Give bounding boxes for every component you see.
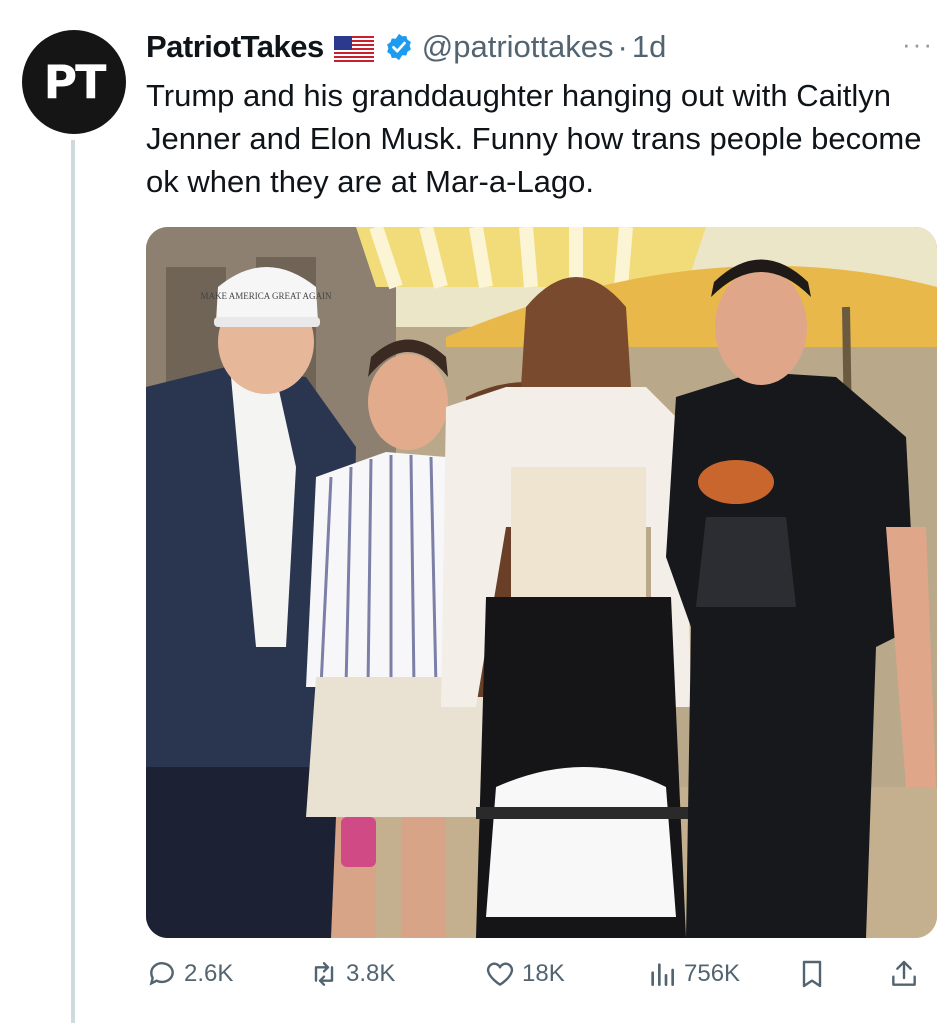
reply-icon xyxy=(149,962,174,986)
heart-icon xyxy=(486,962,514,986)
verified-badge-icon xyxy=(384,32,414,62)
hat-text: MAKE AMERICA GREAT AGAIN xyxy=(200,291,332,301)
avatar[interactable]: PT xyxy=(22,30,126,134)
like-count: 18K xyxy=(522,960,565,987)
reply-button[interactable]: 2.6K xyxy=(146,958,233,990)
tweet-text: Trump and his granddaughter hanging out … xyxy=(146,78,922,199)
us-flag-icon xyxy=(333,34,374,62)
views-count: 756K xyxy=(684,960,741,987)
reply-count: 2.6K xyxy=(184,960,234,987)
timestamp[interactable]: 1d xyxy=(632,29,666,65)
bookmark-button[interactable] xyxy=(796,958,834,990)
display-name[interactable]: PatriotTakes xyxy=(146,29,324,65)
tweet-photo[interactable]: MAKE AMERICA GREAT AGAIN xyxy=(146,227,937,938)
share-icon xyxy=(892,960,916,986)
action-bar: 2.6K 3.8K 18K 756K xyxy=(140,944,940,1004)
repost-button[interactable]: 3.8K xyxy=(308,958,395,990)
share-button[interactable] xyxy=(888,958,926,990)
user-handle[interactable]: @patriottakes xyxy=(422,29,614,65)
tweet-header: PatriotTakes @patriottakes · 1d xyxy=(146,24,666,70)
like-button[interactable]: 18K xyxy=(484,958,565,990)
avatar-text: PT xyxy=(43,55,106,109)
more-options-button[interactable]: ··· xyxy=(902,31,934,57)
views-chart-icon xyxy=(651,963,674,986)
views-button[interactable]: 756K xyxy=(646,958,740,990)
repost-count: 3.8K xyxy=(346,960,396,987)
separator-dot: · xyxy=(617,29,628,64)
bookmark-icon xyxy=(802,960,822,988)
thread-line xyxy=(71,140,75,1023)
repost-icon xyxy=(314,962,334,986)
